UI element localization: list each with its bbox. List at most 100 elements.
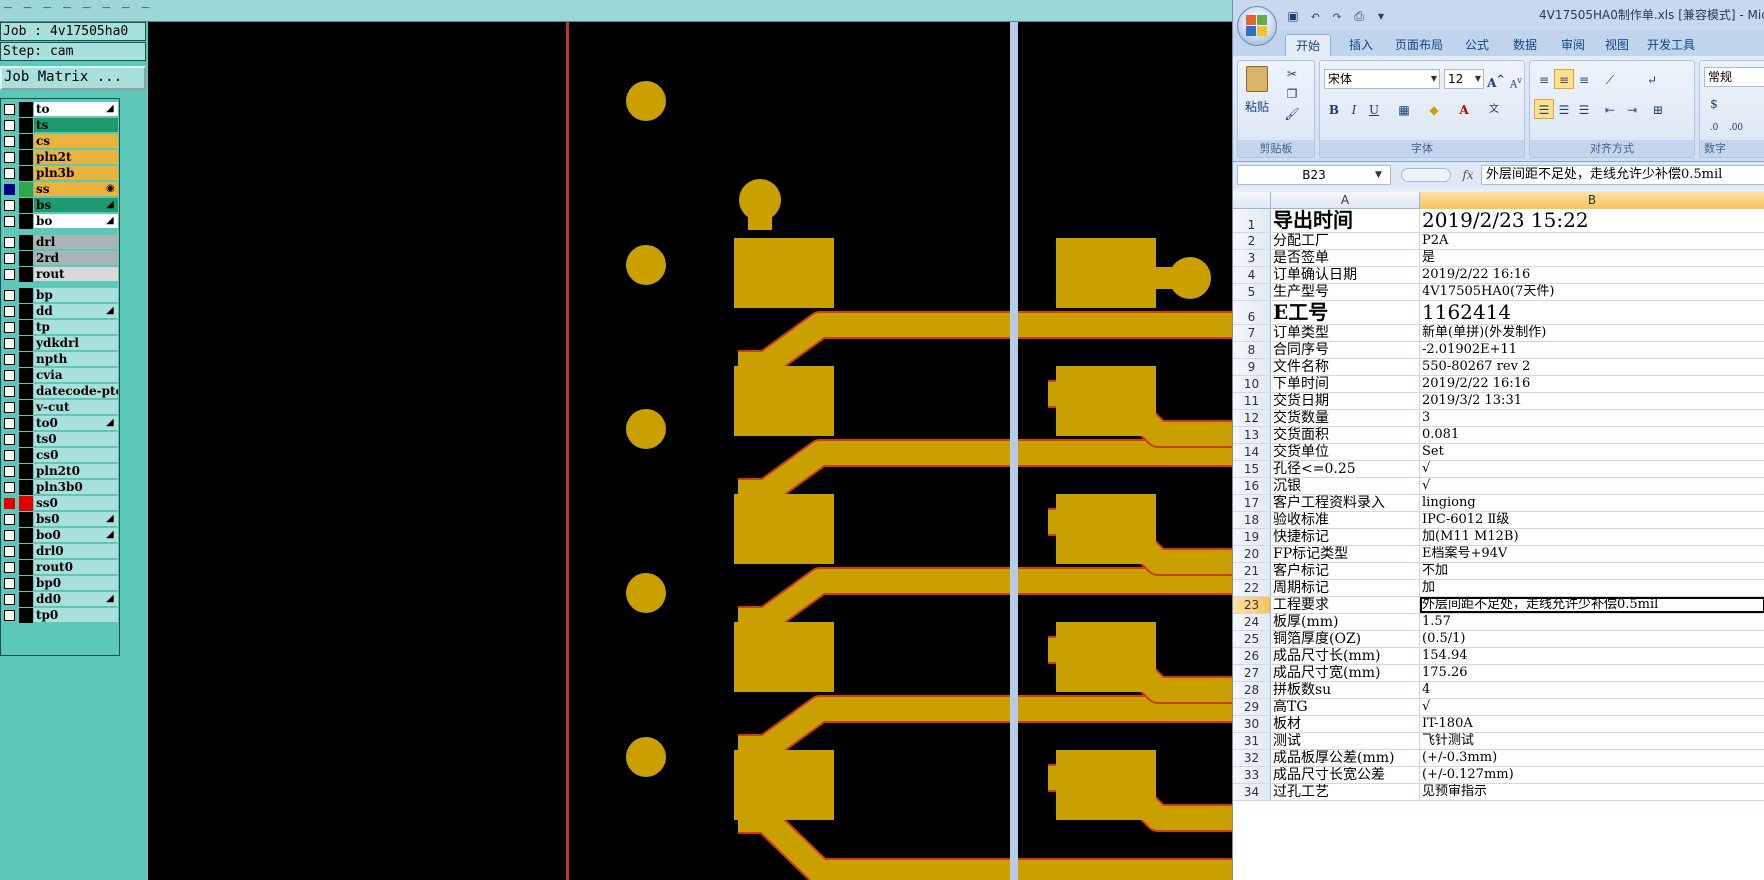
- layer-name[interactable]: bp0: [34, 576, 118, 590]
- cell-b[interactable]: √: [1420, 478, 1764, 494]
- cell-a[interactable]: 文件名称: [1271, 359, 1420, 375]
- cell-b[interactable]: 见预审指示: [1420, 784, 1764, 800]
- tab-4[interactable]: 数据: [1503, 34, 1547, 56]
- cell-b[interactable]: -2.01902E+11: [1420, 342, 1764, 358]
- layer-name[interactable]: cs: [34, 134, 118, 148]
- orientation-icon[interactable]: ⟋: [1600, 69, 1620, 89]
- layer-name[interactable]: cvia: [34, 368, 118, 382]
- paste-button[interactable]: 粘贴: [1240, 63, 1274, 125]
- row-number[interactable]: 15: [1233, 461, 1271, 477]
- layer-name[interactable]: drl0: [34, 544, 118, 558]
- layer-name[interactable]: bp: [34, 288, 118, 302]
- layer-row-tp0[interactable]: tp0: [1, 608, 119, 623]
- cam-menubar[interactable]: _ _ _ _ _ _ _ _: [0, 0, 1232, 22]
- cell-b[interactable]: P2A: [1420, 233, 1764, 249]
- spreadsheet-grid[interactable]: A B 1 导出时间 2019/2/23 15:22 2 分配工厂 P2A 3 是否签单是 4 订…: [1233, 192, 1764, 880]
- layer-row-ydkdrl[interactable]: ydkdrl: [1, 336, 119, 351]
- layer-color-swatch[interactable]: [19, 384, 33, 399]
- cell-a[interactable]: 过孔工艺: [1271, 784, 1420, 800]
- layer-checkbox[interactable]: [4, 546, 15, 557]
- layer-checkbox[interactable]: [4, 216, 15, 227]
- cell-b[interactable]: 外层间距不足处，走线允许少补偿0.5mil: [1420, 597, 1764, 613]
- layer-checkbox[interactable]: [4, 418, 15, 429]
- layer-row-pln2t0[interactable]: pln2t0: [1, 464, 119, 479]
- italic-icon[interactable]: I: [1344, 99, 1364, 119]
- row-number[interactable]: 6: [1233, 301, 1271, 324]
- row-number[interactable]: 17: [1233, 495, 1271, 511]
- cell-a[interactable]: FP标记类型: [1271, 546, 1420, 562]
- cell-b[interactable]: 加: [1420, 580, 1764, 596]
- layer-name[interactable]: ss0: [34, 496, 118, 510]
- cell-a[interactable]: 铜箔厚度(OZ): [1271, 631, 1420, 647]
- layer-color-swatch[interactable]: [19, 102, 33, 117]
- layer-color-swatch[interactable]: [19, 432, 33, 447]
- layer-color-swatch[interactable]: [19, 368, 33, 383]
- row-number[interactable]: 1: [1233, 209, 1271, 232]
- layer-checkbox[interactable]: [4, 290, 15, 301]
- layer-row-bo0[interactable]: bo0 ◢: [1, 528, 119, 543]
- cell-b[interactable]: Set: [1420, 444, 1764, 460]
- underline-icon[interactable]: U: [1364, 99, 1384, 119]
- cell-b[interactable]: 2019/3/2 13:31: [1420, 393, 1764, 409]
- cell-a[interactable]: 订单确认日期: [1271, 267, 1420, 283]
- layer-checkbox[interactable]: [4, 530, 15, 541]
- layer-row-npth[interactable]: npth: [1, 352, 119, 367]
- layer-name[interactable]: tp: [34, 320, 118, 334]
- row-number[interactable]: 21: [1233, 563, 1271, 579]
- row-number[interactable]: 24: [1233, 614, 1271, 630]
- layer-row-ss0[interactable]: ss0: [1, 496, 119, 511]
- layer-row-ts0[interactable]: ts0: [1, 432, 119, 447]
- cell-a[interactable]: 测试: [1271, 733, 1420, 749]
- copy-icon[interactable]: ❐: [1282, 83, 1302, 103]
- layer-row-drl0[interactable]: drl0: [1, 544, 119, 559]
- cell-a[interactable]: 高TG: [1271, 699, 1420, 715]
- layer-row-datecode-pte[interactable]: datecode-pte: [1, 384, 119, 399]
- layer-name[interactable]: 2rd: [34, 251, 118, 265]
- layer-name[interactable]: drl: [34, 235, 118, 249]
- layer-color-swatch[interactable]: [19, 528, 33, 543]
- row-number[interactable]: 2: [1233, 233, 1271, 249]
- align-left-icon[interactable]: ☰: [1534, 99, 1554, 119]
- layer-row-to[interactable]: to ◢: [1, 102, 119, 117]
- cell-b[interactable]: 550-80267 rev 2: [1420, 359, 1764, 375]
- cell-a[interactable]: E工号: [1271, 301, 1420, 324]
- layer-name[interactable]: pln3b: [34, 166, 118, 180]
- cell-a[interactable]: 客户工程资料录入: [1271, 495, 1420, 511]
- borders-icon[interactable]: ▦: [1394, 99, 1414, 119]
- cell-a[interactable]: 成品板厚公差(mm): [1271, 750, 1420, 766]
- row-number[interactable]: 28: [1233, 682, 1271, 698]
- select-all-corner[interactable]: [1233, 192, 1271, 209]
- tab-1[interactable]: 插入: [1339, 34, 1383, 56]
- layer-row-2rd[interactable]: 2rd: [1, 251, 119, 266]
- layer-row-bp[interactable]: bp: [1, 288, 119, 303]
- layer-color-swatch[interactable]: [19, 198, 33, 213]
- cell-b[interactable]: √: [1420, 699, 1764, 715]
- layer-name[interactable]: npth: [34, 352, 118, 366]
- layer-color-swatch[interactable]: [19, 560, 33, 575]
- cell-a[interactable]: 合同序号: [1271, 342, 1420, 358]
- cell-b[interactable]: 是: [1420, 250, 1764, 266]
- redo-icon[interactable]: ↷: [1329, 8, 1345, 24]
- cell-b[interactable]: (0.5/1): [1420, 631, 1764, 647]
- layer-row-rout0[interactable]: rout0: [1, 560, 119, 575]
- cell-a[interactable]: 板材: [1271, 716, 1420, 732]
- cell-a[interactable]: 交货数量: [1271, 410, 1420, 426]
- cell-a[interactable]: 生产型号: [1271, 284, 1420, 300]
- cell-b[interactable]: 2019/2/23 15:22: [1420, 209, 1764, 232]
- layer-checkbox[interactable]: [4, 168, 15, 179]
- cell-a[interactable]: 下单时间: [1271, 376, 1420, 392]
- layer-color-swatch[interactable]: [19, 150, 33, 165]
- align-top-icon[interactable]: ≡: [1534, 69, 1554, 89]
- cell-a[interactable]: 交货日期: [1271, 393, 1420, 409]
- save-icon[interactable]: ▣: [1285, 8, 1301, 24]
- layer-name[interactable]: rout0: [34, 560, 118, 574]
- row-number[interactable]: 31: [1233, 733, 1271, 749]
- layer-color-swatch[interactable]: [19, 512, 33, 527]
- layer-color-swatch[interactable]: [19, 336, 33, 351]
- font-color-icon[interactable]: A: [1454, 99, 1474, 119]
- layer-color-swatch[interactable]: [19, 544, 33, 559]
- cell-a[interactable]: 客户标记: [1271, 563, 1420, 579]
- row-number[interactable]: 9: [1233, 359, 1271, 375]
- pcb-canvas[interactable]: [148, 22, 1232, 880]
- cell-b[interactable]: 2019/2/22 16:16: [1420, 267, 1764, 283]
